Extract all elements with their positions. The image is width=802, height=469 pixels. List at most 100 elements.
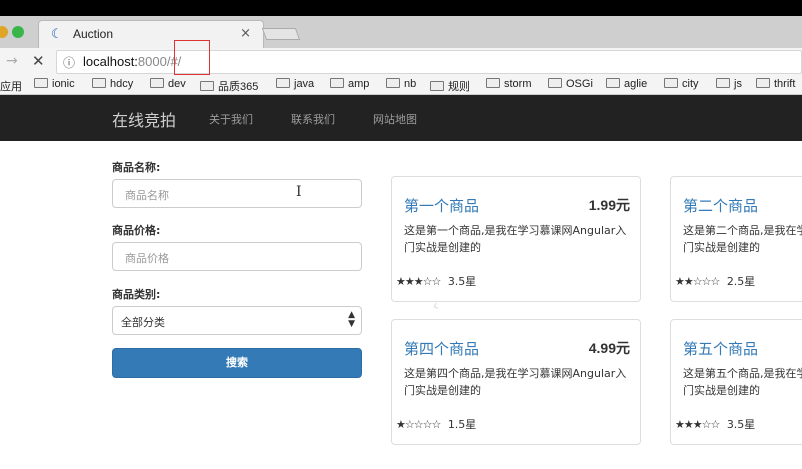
product-description: 这是第一个商品,是我在学习慕课网Angular入门实战是创建的 (404, 224, 627, 254)
product-description: 这是第四个商品,是我在学习慕课网Angular入门实战是创建的 (404, 367, 627, 397)
url-input[interactable]: ⓘ localhost:8000/#/ (56, 50, 802, 74)
rating-stars-icon: ★★★☆☆ (675, 418, 720, 431)
bookmark-apps[interactable]: 应用 (0, 78, 22, 94)
tab-bar: ☾ Auction × (0, 16, 802, 48)
product-category-select[interactable]: 全部分类 ▲ ▼ (112, 306, 362, 335)
folder-icon (150, 78, 164, 88)
folder-icon (386, 78, 400, 88)
product-rating: ★★☆☆☆ 2.5星 (675, 273, 755, 289)
select-arrows-icon: ▲ ▼ (348, 310, 355, 329)
address-bar: → ✕ ⓘ localhost:8000/#/ (0, 48, 802, 76)
folder-icon (664, 78, 678, 88)
folder-icon (548, 78, 562, 88)
folder-icon (276, 78, 290, 88)
folder-icon (606, 78, 620, 88)
product-rating: ★★★☆☆ 3.5星 (396, 273, 476, 289)
bookmark-hdcy[interactable]: hdcy (92, 78, 133, 90)
folder-icon (430, 81, 444, 91)
bookmark-label: hdcy (110, 78, 134, 90)
bookmark-osgi[interactable]: OSGi (548, 78, 593, 90)
rating-text: 3.5星 (447, 275, 477, 288)
bookmark-label: 规则 (448, 81, 470, 93)
nav-contact-link[interactable]: 联系我们 (291, 111, 335, 127)
product-card[interactable]: 第一个商品 1.99元 这是第一个商品,是我在学习慕课网Angular入门实战是… (391, 176, 641, 302)
bookmark-label: thrift (774, 78, 796, 90)
bookmark-pinzhi365[interactable]: 品质365 (200, 78, 258, 94)
folder-icon (486, 78, 500, 88)
bookmark-label: aglie (624, 78, 648, 90)
product-title-link[interactable]: 第五个商品 (683, 338, 758, 359)
product-title-link[interactable]: 第二个商品 (683, 195, 758, 216)
product-price-label: 商品价格: (112, 224, 161, 237)
product-description: 这是第五个商品,是我在学习慕课网Angular入门实战是创建的 (683, 367, 802, 397)
product-price: 4.99元 (588, 340, 630, 356)
bookmark-label: city (682, 78, 699, 90)
bookmark-label: nb (404, 78, 417, 90)
product-card[interactable]: 第五个商品 这是第五个商品,是我在学习慕课网Angular入门实战是创建的 ★★… (670, 319, 802, 445)
bookmark-label: 品质365 (218, 81, 259, 93)
product-name-input[interactable]: 商品名称 (112, 179, 362, 208)
rating-stars-icon: ★★☆☆☆ (675, 275, 720, 288)
new-tab-button[interactable] (261, 28, 301, 40)
text-cursor-icon: I (296, 184, 302, 200)
bookmark-ionic[interactable]: ionic (34, 78, 75, 90)
tab-close-icon[interactable]: × (240, 26, 251, 41)
product-card[interactable]: 第四个商品 4.99元 这是第四个商品,是我在学习慕课网Angular入门实战是… (391, 319, 641, 445)
main-content: 商品名称: 商品名称 I 商品价格: 商品价格 商品类别: 全部分类 ▲ ▼ 搜索… (0, 141, 802, 469)
bookmark-java[interactable]: java (276, 78, 314, 90)
product-price-input[interactable]: 商品价格 (112, 242, 362, 271)
bookmark-city[interactable]: city (664, 78, 699, 90)
window-minimize-button[interactable] (0, 26, 8, 38)
product-name-label: 商品名称: (112, 161, 161, 174)
bookmark-dev[interactable]: dev (150, 78, 186, 90)
app-navbar: 在线竞拍 关于我们 联系我们 网站地图 (0, 95, 802, 141)
url-port: 8000 (137, 54, 167, 69)
bookmark-label: ionic (52, 78, 75, 90)
product-description: 这是第二个商品,是我在学习慕课网Angular入门实战是创建的 (683, 224, 802, 254)
bookmark-label: amp (348, 78, 370, 90)
product-title-link[interactable]: 第四个商品 (404, 338, 479, 359)
url-host: localhost: (83, 54, 138, 69)
nav-about-link[interactable]: 关于我们 (209, 111, 253, 127)
bookmark-label: dev (168, 78, 186, 90)
tab-title: Auction (73, 27, 114, 41)
bookmark-aglie[interactable]: aglie (606, 78, 647, 90)
rating-stars-icon: ★☆☆☆☆ (396, 418, 441, 431)
bookmark-label: storm (504, 78, 532, 90)
category-selected-value: 全部分类 (121, 316, 165, 329)
bookmark-thrift[interactable]: thrift (756, 78, 795, 90)
product-card[interactable]: 第二个商品 这是第二个商品,是我在学习慕课网Angular入门实战是创建的 ★★… (670, 176, 802, 302)
bookmarks-bar: 应用 ionic hdcy dev 品质365 java amp nb 规则 s… (0, 76, 802, 95)
bookmark-js[interactable]: js (716, 78, 742, 90)
url-text: localhost:8000/#/ (83, 54, 181, 69)
browser-window: ☾ Auction × → ✕ ⓘ localhost:8000/#/ 应用 i… (0, 0, 802, 469)
bookmark-label: 应用 (0, 81, 22, 93)
folder-icon (200, 81, 214, 91)
product-price: 1.99元 (588, 197, 630, 213)
tab-auction[interactable]: ☾ Auction × (38, 20, 264, 48)
nav-sitemap-link[interactable]: 网站地图 (373, 111, 417, 127)
product-title-link[interactable]: 第一个商品 (404, 195, 479, 216)
product-rating: ★★★☆☆ 3.5星 (675, 416, 755, 432)
annotation-highlight-box (174, 40, 210, 75)
folder-icon (92, 78, 106, 88)
rating-text: 2.5星 (726, 275, 756, 288)
window-zoom-button[interactable] (12, 26, 24, 38)
folder-icon (330, 78, 344, 88)
screen-top-edge (0, 0, 802, 16)
brand-link[interactable]: 在线竞拍 (112, 107, 176, 131)
info-icon[interactable]: ⓘ (63, 54, 75, 71)
stop-icon[interactable]: ✕ (32, 52, 45, 70)
bookmark-label: java (294, 78, 315, 90)
rating-text: 3.5星 (726, 418, 756, 431)
search-button[interactable]: 搜索 (112, 348, 362, 378)
folder-icon (716, 78, 730, 88)
bookmark-amp[interactable]: amp (330, 78, 369, 90)
forward-icon[interactable]: → (6, 53, 18, 69)
bookmark-rules[interactable]: 规则 (430, 78, 470, 94)
bookmark-nb[interactable]: nb (386, 78, 416, 90)
folder-icon (756, 78, 770, 88)
rating-text: 1.5星 (447, 418, 477, 431)
bookmark-storm[interactable]: storm (486, 78, 532, 90)
product-category-label: 商品类别: (112, 288, 161, 301)
